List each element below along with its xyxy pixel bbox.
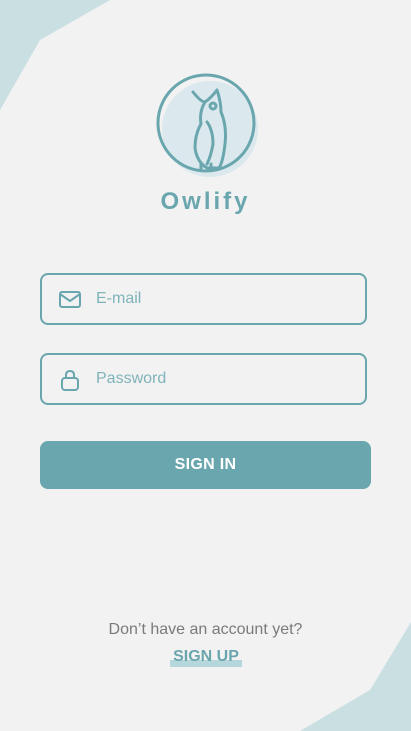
- email-field[interactable]: [40, 273, 367, 325]
- owl-logo-icon: [155, 72, 263, 180]
- lock-icon: [58, 369, 82, 391]
- sign-up-link[interactable]: SIGN UP: [170, 648, 242, 668]
- password-input[interactable]: [96, 355, 356, 403]
- app-name: Owlify: [160, 188, 251, 215]
- signup-prompt: Don’t have an account yet?: [108, 621, 303, 638]
- sign-in-button[interactable]: SIGN IN: [40, 441, 371, 489]
- sign-up-label[interactable]: SIGN UP: [173, 648, 239, 665]
- envelope-icon: [58, 289, 82, 311]
- email-input[interactable]: [96, 275, 356, 323]
- password-field[interactable]: [40, 353, 367, 405]
